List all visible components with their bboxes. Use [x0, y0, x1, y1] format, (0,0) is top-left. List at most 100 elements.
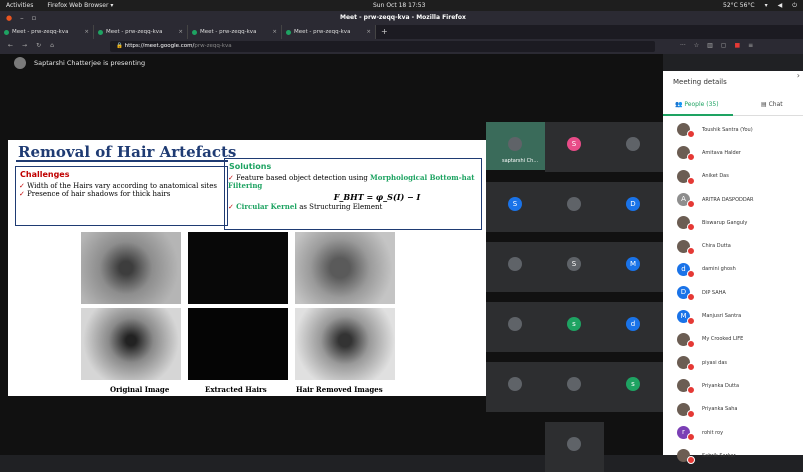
participant-name: DIP SAHA — [702, 289, 726, 296]
bookmark-star-icon[interactable]: ☆ — [694, 42, 699, 49]
participant-tile[interactable] — [545, 182, 604, 232]
close-tab-icon[interactable]: × — [366, 29, 371, 35]
participant-tile[interactable]: S — [545, 242, 604, 292]
mic-muted-icon — [687, 130, 695, 139]
participant-name: Priyanka Dutta — [702, 382, 740, 389]
close-tab-icon[interactable]: × — [178, 29, 183, 35]
participant-tile[interactable]: S — [486, 182, 545, 232]
participant-list-item[interactable]: d damini ghosh — [663, 258, 803, 281]
close-panel-icon[interactable]: › — [797, 71, 800, 80]
mic-muted-icon — [687, 293, 695, 302]
participant-list-item[interactable]: Biswarup Ganguly — [663, 211, 803, 234]
panel-title: Meeting details — [673, 78, 727, 86]
participant-list-item[interactable]: Priyanka Dutta — [663, 374, 803, 397]
temperature-indicator: 52°C 56°C — [723, 2, 755, 9]
mic-muted-icon — [687, 246, 695, 255]
participant-tile[interactable] — [545, 422, 604, 472]
close-window-icon[interactable]: ● — [6, 14, 12, 22]
participant-avatar — [567, 437, 581, 451]
close-tab-icon[interactable]: × — [272, 29, 277, 35]
participant-avatar: S — [567, 137, 581, 151]
title-underline — [16, 160, 228, 162]
mic-muted-icon — [687, 363, 695, 372]
participant-list-item[interactable]: M Manjusri Santra — [663, 304, 803, 327]
participant-list-item[interactable]: piyasi das — [663, 351, 803, 374]
back-icon[interactable]: ← — [8, 42, 13, 49]
mic-muted-icon — [687, 456, 695, 465]
participant-avatar — [508, 377, 522, 391]
new-tab-button[interactable]: + — [376, 25, 393, 39]
activities-button[interactable]: Activities — [6, 0, 33, 11]
participant-avatar — [677, 216, 695, 232]
participant-avatar: S — [508, 197, 522, 211]
participant-tile[interactable]: saptarshi Ch... — [486, 122, 545, 170]
presenter-text: Saptarshi Chatterjee is presenting — [34, 59, 146, 67]
participant-list-item[interactable]: Aniket Das — [663, 165, 803, 188]
participant-tile[interactable] — [545, 362, 604, 412]
people-icon: 👥 — [675, 101, 685, 108]
power-icon[interactable]: ⏻ — [792, 0, 797, 11]
participant-grid: saptarshi Ch... S S D S Ms d s — [486, 122, 663, 472]
tab-chat[interactable]: ▤ Chat — [761, 101, 783, 108]
participant-list-item[interactable]: Toushik Santra (You) — [663, 118, 803, 141]
minimize-window-icon[interactable]: – — [20, 14, 24, 22]
participant-list-item[interactable]: r rohit roy — [663, 421, 803, 444]
extracted-hairs-image-2 — [188, 308, 288, 380]
participant-tile[interactable] — [486, 302, 545, 352]
participant-tile[interactable]: d — [604, 302, 663, 352]
participant-tile[interactable] — [486, 242, 545, 292]
menu-icon[interactable]: ≡ — [748, 42, 753, 49]
participant-tile[interactable] — [486, 362, 545, 412]
participant-tile[interactable]: s — [604, 362, 663, 412]
forward-icon[interactable]: → — [22, 42, 27, 49]
tab-label: Meet - prw-zeqq-kva — [294, 29, 351, 35]
maximize-window-icon[interactable]: ▫ — [32, 14, 37, 22]
participant-list-item[interactable]: A ARITRA DASPODDAR — [663, 188, 803, 211]
participant-tile[interactable] — [604, 122, 663, 172]
tab-people[interactable]: 👥 People (35) — [675, 101, 719, 108]
participant-tile[interactable]: S — [545, 122, 604, 172]
clock[interactable]: Sun Oct 18 17:53 — [373, 0, 425, 11]
participant-tile[interactable]: D — [604, 182, 663, 232]
participant-list-item[interactable]: Priyanka Saha — [663, 398, 803, 421]
solution-highlight: Circular Kernel — [236, 202, 297, 211]
browser-tab[interactable]: Meet - prw-zeqq-kva × — [94, 25, 188, 39]
home-icon[interactable]: ⌂ — [50, 42, 54, 49]
network-icon[interactable]: ▾ — [765, 0, 768, 11]
extension-icon[interactable]: ■ — [734, 42, 740, 49]
participant-tile[interactable]: s — [545, 302, 604, 352]
participant-avatar: M — [677, 309, 695, 325]
tab-label: Meet - prw-zeqq-kva — [106, 29, 163, 35]
participant-tile[interactable]: M — [604, 242, 663, 292]
mic-muted-icon — [687, 176, 695, 185]
reload-icon[interactable]: ↻ — [36, 42, 41, 49]
extracted-hairs-image-1 — [188, 232, 288, 304]
participant-name: saptarshi Ch... — [502, 158, 539, 164]
sidebar-icon[interactable]: ▢ — [721, 42, 727, 49]
lock-icon: 🔒 — [116, 43, 125, 49]
browser-tab[interactable]: Meet - prw-zeqq-kva × — [188, 25, 282, 39]
mic-muted-icon — [687, 316, 695, 325]
hair-removed-image-1 — [295, 232, 395, 304]
browser-tab[interactable]: Meet - prw-zeqq-kva × — [0, 25, 94, 39]
participant-name: ARITRA DASPODDAR — [702, 196, 754, 203]
participant-avatar — [567, 197, 581, 211]
participant-avatar: d — [677, 262, 695, 278]
participant-list-item[interactable]: Amitava Halder — [663, 141, 803, 164]
participant-list-item[interactable]: D DIP SAHA — [663, 281, 803, 304]
solution-text: as Structuring Element — [296, 203, 383, 211]
figure-images — [81, 232, 403, 382]
url-bar[interactable]: 🔒 https://meet.google.com/prw-zeqq-kva — [110, 41, 655, 52]
participant-list-item[interactable]: Sabrik Sarkar — [663, 444, 803, 467]
page-actions-icon[interactable]: ··· — [680, 42, 686, 49]
participant-list-item[interactable]: My Crooked LIFE — [663, 328, 803, 351]
participant-avatar — [508, 137, 522, 151]
close-tab-icon[interactable]: × — [84, 29, 89, 35]
presentation-slide: Removal of Hair Artefacts Challenges Wid… — [8, 140, 486, 396]
library-icon[interactable]: ▥ — [707, 42, 713, 49]
browser-tab[interactable]: Meet - prw-zeqq-kva × — [282, 25, 376, 39]
mic-muted-icon — [687, 223, 695, 232]
participant-list-item[interactable]: Chira Dutta — [663, 234, 803, 257]
volume-icon[interactable]: ◀ — [778, 0, 783, 11]
app-menu[interactable]: Firefox Web Browser ▾ — [47, 0, 113, 11]
